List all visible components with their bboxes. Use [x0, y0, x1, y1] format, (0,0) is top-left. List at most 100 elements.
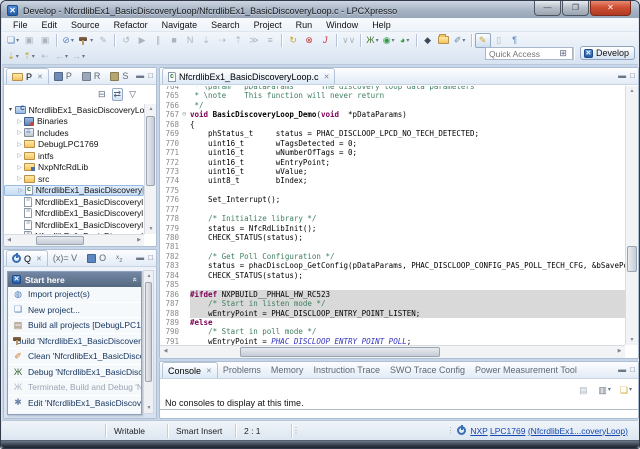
menu-navigate[interactable]: Navigate: [155, 19, 205, 31]
code-line-777[interactable]: 777: [160, 205, 625, 214]
refresh-button[interactable]: ↻: [285, 33, 301, 48]
coverage-button[interactable]: ◆: [420, 33, 436, 48]
code-line-782[interactable]: 782 /* Get Poll Configuration */: [160, 252, 625, 261]
expanded-arrow-icon[interactable]: ▾: [6, 106, 15, 113]
dropdown-arrow-icon[interactable]: ▾: [90, 37, 93, 44]
show-view-button[interactable]: ∨∨: [340, 33, 357, 48]
tab-swo-trace-config[interactable]: SWO Trace Config: [385, 362, 470, 378]
code-line-776[interactable]: 776 Set_Interrupt();: [160, 195, 625, 204]
tab-symbol-viewer[interactable]: S: [105, 68, 133, 84]
dropdown-arrow-icon[interactable]: ▾: [376, 37, 379, 44]
tree-item-nfcrdlibex1_basicd[interactable]: ▾NfcrdlibEx1_BasicDiscoveryLoo: [4, 104, 144, 116]
code-line-765[interactable]: 765 * \note This function will never ret…: [160, 91, 625, 100]
menu-search[interactable]: Search: [204, 19, 247, 31]
collapse-all-icon[interactable]: ⊟: [96, 88, 108, 101]
code-line-790[interactable]: 790 /* Start in poll mode */: [160, 327, 625, 336]
code-line-770[interactable]: 770 uint16_t wTagsDetected = 0;: [160, 139, 625, 148]
step-return-button[interactable]: ⇡: [230, 33, 246, 48]
open-project-button[interactable]: [436, 33, 452, 48]
editor-vscrollbar[interactable]: ▲ ▼: [625, 86, 638, 345]
dropdown-arrow-icon[interactable]: ▾: [406, 37, 409, 44]
quickstart-build[interactable]: Build 'NfcrdlibEx1_BasicDiscovery: [8, 334, 141, 350]
step-over-button[interactable]: ⇢: [214, 33, 230, 48]
dropdown-arrow-icon[interactable]: ▾: [71, 37, 74, 44]
tab-project-explorer[interactable]: P✕: [6, 68, 49, 84]
status-link-1[interactable]: LPC1769: [490, 426, 525, 436]
step-into-button[interactable]: ⇣: [198, 33, 214, 48]
scroll-thumb[interactable]: [145, 282, 152, 382]
tree-item-intfs[interactable]: ▷intfs: [4, 150, 144, 162]
collapse-chevron-icon[interactable]: «: [130, 277, 139, 281]
dropdown-arrow-icon[interactable]: ▾: [32, 53, 35, 60]
show-whitespace-button[interactable]: ¶: [507, 33, 523, 48]
code-line-771[interactable]: 771 uint16_t wNumberOfTags = 0;: [160, 148, 625, 157]
dropdown-arrow-icon[interactable]: ▾: [16, 53, 19, 60]
tab-peripherals[interactable]: P: [49, 68, 77, 84]
dropdown-arrow-icon[interactable]: ▾: [16, 37, 19, 44]
collapsed-arrow-icon[interactable]: ▷: [16, 187, 25, 194]
minimize-button[interactable]: —: [534, 1, 561, 16]
save-button[interactable]: ▣: [21, 33, 37, 48]
tree-item-debuglpc1769[interactable]: ▷DebugLPC1769: [4, 139, 144, 151]
save-all-button[interactable]: ▣: [37, 33, 53, 48]
collapsed-arrow-icon[interactable]: ▷: [15, 129, 24, 136]
code-line-767[interactable]: 767⊖void BasicDiscoveryLoop_Demo(void *p…: [160, 110, 625, 119]
minimize-view-icon[interactable]: ▬: [136, 253, 144, 262]
collapsed-arrow-icon[interactable]: ▷: [15, 175, 24, 182]
tab-outline[interactable]: O: [82, 250, 111, 266]
menu-file[interactable]: File: [6, 19, 35, 31]
dropdown-arrow-icon[interactable]: ▾: [608, 386, 611, 393]
code-line-769[interactable]: 769 phStatus_t status = PHAC_DISCLOOP_LP…: [160, 129, 625, 138]
boot-mcu-button[interactable]: J: [317, 33, 333, 48]
open-console-button[interactable]: ❏▾: [618, 382, 634, 397]
collapsed-arrow-icon[interactable]: ▷: [15, 164, 24, 171]
quickstart-new-project[interactable]: ❏New project...: [8, 303, 141, 319]
start-here-header[interactable]: ✕ Start here «: [8, 272, 141, 287]
explorer-vscrollbar[interactable]: ▲ ▼: [144, 104, 156, 234]
maximize-view-icon[interactable]: □: [630, 71, 635, 80]
menu-project[interactable]: Project: [247, 19, 289, 31]
dropdown-arrow-icon[interactable]: ▾: [65, 53, 68, 60]
terminate-button[interactable]: ■: [166, 33, 182, 48]
link-with-editor-icon[interactable]: ⇄: [112, 88, 124, 101]
quickstart-build-all[interactable]: ▤Build all projects [DebugLPC1769]: [8, 318, 141, 334]
tab-memory[interactable]: Memory: [266, 362, 309, 378]
tab-registers[interactable]: R: [77, 68, 106, 84]
open-perspective-icon[interactable]: ⊞: [559, 48, 567, 59]
code-line-791[interactable]: 791 wEntryPoint = PHAC_DISCLOOP_ENTRY_PO…: [160, 337, 625, 345]
minimize-view-icon[interactable]: ▬: [618, 71, 626, 80]
resume-button[interactable]: ▶: [134, 33, 150, 48]
scroll-left-icon[interactable]: ◀: [4, 235, 14, 245]
code-line-787[interactable]: 787 /* Start in listen mode */: [160, 299, 625, 308]
tab-power-measurement-tool[interactable]: Power Measurement Tool: [470, 362, 582, 378]
fold-marker-icon[interactable]: ⊖: [182, 110, 190, 119]
tree-item-includes[interactable]: ▷Includes: [4, 127, 144, 139]
scroll-left-icon[interactable]: ◀: [160, 346, 171, 356]
collapsed-arrow-icon[interactable]: ▷: [15, 141, 24, 148]
tree-item-nfcrdlibex1_basicd[interactable]: NfcrdlibEx1_BasicDiscoveryl: [4, 208, 144, 220]
tab-breakpoints[interactable]: ˣ₂: [111, 250, 127, 266]
menu-run[interactable]: Run: [289, 19, 320, 31]
previous-annotation-button[interactable]: ⇡▾: [21, 49, 37, 64]
scroll-thumb[interactable]: [146, 116, 155, 186]
dropdown-arrow-icon[interactable]: ▾: [82, 53, 85, 60]
code-line-780[interactable]: 780 CHECK_STATUS(status);: [160, 233, 625, 242]
scroll-thumb[interactable]: [240, 347, 440, 357]
menu-window[interactable]: Window: [319, 19, 365, 31]
tab-problems[interactable]: Problems: [218, 362, 266, 378]
scroll-down-icon[interactable]: ▼: [145, 224, 157, 234]
scroll-thumb[interactable]: [36, 236, 84, 245]
code-line-781[interactable]: 781: [160, 242, 625, 251]
quickstart-clean[interactable]: ✐Clean 'NfcrdlibEx1_BasicDiscovery: [8, 349, 141, 365]
collapsed-arrow-icon[interactable]: ▷: [15, 118, 24, 125]
last-edit-location-button[interactable]: ⇠: [37, 49, 53, 64]
maximize-view-icon[interactable]: □: [630, 365, 635, 374]
back-button[interactable]: ←▾: [53, 49, 70, 64]
minimize-view-icon[interactable]: ▬: [136, 71, 144, 80]
editor-hscrollbar[interactable]: ◀ ▶: [160, 345, 625, 358]
program-flash-button[interactable]: ⊗: [301, 33, 317, 48]
code-line-773[interactable]: 773 uint16_t wValue;: [160, 167, 625, 176]
view-menu-icon[interactable]: ▽: [127, 88, 138, 101]
reset-button[interactable]: ↺: [118, 33, 134, 48]
close-button[interactable]: ✕: [590, 1, 631, 16]
